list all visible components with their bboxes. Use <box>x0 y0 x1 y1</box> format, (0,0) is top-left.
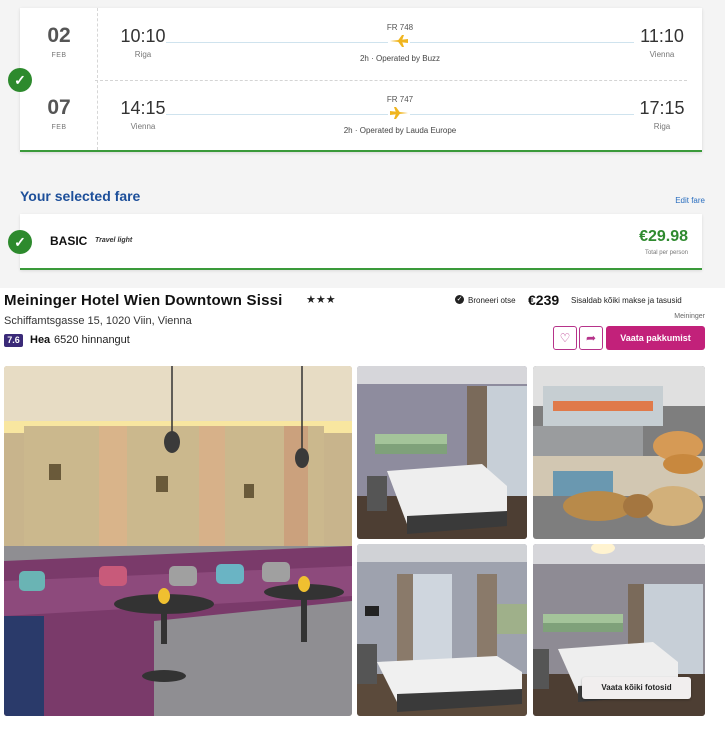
fare-subtitle: Travel light <box>95 237 133 244</box>
book-direct-label: Broneeri otse <box>468 296 516 305</box>
flight-summary-section: 02 FEB 10:10 Riga FR 748 2h · Operated b… <box>0 0 725 288</box>
view-deal-button[interactable]: Vaata pakkumist <box>606 326 705 350</box>
fare-price: €29.98 <box>639 228 688 245</box>
plane-icon <box>388 106 410 120</box>
selected-fare-heading: Your selected fare <box>20 188 141 204</box>
outbound-date: 02 FEB <box>20 8 98 78</box>
rating-word: Hea <box>30 334 51 346</box>
outbound-flight-number: FR 748 <box>386 23 414 32</box>
heart-icon: ♡ <box>559 331 571 345</box>
hotel-price: €239 <box>528 292 560 308</box>
share-button[interactable]: ➦ <box>579 326 603 350</box>
photo-breakfast[interactable] <box>533 366 705 539</box>
return-day: 07 <box>47 96 71 119</box>
outbound-day: 02 <box>47 24 71 47</box>
return-departure-city: Vienna <box>130 122 156 131</box>
rating-count: 6520 hinnangut <box>54 334 130 346</box>
hotel-name[interactable]: Meininger Hotel Wien Downtown Sissi <box>4 292 283 309</box>
photo-lounge[interactable] <box>4 366 352 716</box>
outbound-departure-time: 10:10 <box>120 26 166 46</box>
favorite-button[interactable]: ♡ <box>553 326 577 350</box>
outbound-month: FEB <box>51 52 67 59</box>
fare-name: BASIC <box>50 234 88 248</box>
return-date: 07 FEB <box>20 80 98 150</box>
return-month: FEB <box>51 124 67 131</box>
check-circle-icon: ✓ <box>8 68 32 92</box>
edit-fare-link[interactable]: Edit fare <box>650 196 705 205</box>
return-leg: 07 FEB 14:15 Vienna FR 747 2h · Operated… <box>20 80 702 150</box>
outbound-leg: 02 FEB 10:10 Riga FR 748 2h · Operated b… <box>20 8 702 78</box>
return-arrival-city: Riga <box>653 122 671 131</box>
hotel-price-note: Sisaldab kõiki makse ja tasusid <box>571 296 682 305</box>
fare-card: BASIC Travel light €29.98 Total per pers… <box>20 214 702 270</box>
provider-name: Meininger <box>674 313 705 320</box>
outbound-arrival-time: 11:10 <box>640 26 684 46</box>
plane-icon <box>388 34 410 48</box>
return-operator: 2h · Operated by Lauda Europe <box>343 126 457 135</box>
return-flight-number: FR 747 <box>386 95 414 104</box>
rating-badge: 7.6 <box>4 334 23 347</box>
hotel-address: Schiffamtsgasse 15, 1020 Viin, Vienna <box>4 315 192 327</box>
share-arrow-icon: ➦ <box>585 331 597 345</box>
outbound-arrival-city: Vienna <box>649 50 675 59</box>
photo-bedroom-1[interactable] <box>357 366 527 539</box>
outbound-departure-city: Riga <box>134 50 152 59</box>
check-circle-icon: ✓ <box>8 230 32 254</box>
photo-bedroom-2[interactable] <box>357 544 527 716</box>
view-all-photos-button[interactable]: Vaata kõiki fotosid <box>582 677 691 699</box>
verified-badge-icon: ✓ <box>455 295 464 304</box>
outbound-operator: 2h · Operated by Buzz <box>359 54 441 63</box>
hotel-stars: ★★★ <box>306 294 336 306</box>
return-arrival-time: 17:15 <box>639 98 685 118</box>
return-departure-time: 14:15 <box>120 98 166 118</box>
flight-card: 02 FEB 10:10 Riga FR 748 2h · Operated b… <box>20 8 702 152</box>
fare-price-note: Total per person <box>644 250 688 256</box>
